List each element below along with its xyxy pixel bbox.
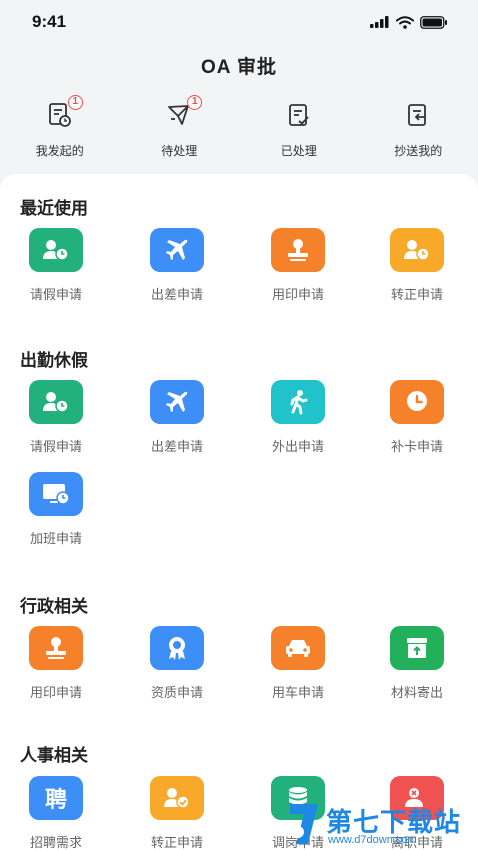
- grid-item-label: 出差申请: [150, 439, 203, 454]
- grid-item-label: 外出申请: [271, 439, 324, 454]
- person-clock-icon: [29, 380, 83, 424]
- grid-item-regularization[interactable]: 转正申请: [117, 776, 237, 850]
- grid-item-label: 加班申请: [29, 531, 82, 546]
- grid-item-label: 招聘需求: [29, 835, 82, 850]
- grid-item-overtime[interactable]: 加班申请: [0, 472, 116, 547]
- section-title-admin: 行政相关: [20, 597, 88, 616]
- grid-item-outing[interactable]: 外出申请: [238, 380, 358, 455]
- grid-item-clock-in-fix[interactable]: 补卡申请: [357, 380, 477, 455]
- walking-person-icon: [271, 380, 325, 424]
- badge-pending: 1: [187, 95, 203, 110]
- tab-label: 抄送我的: [394, 144, 443, 158]
- status-icons: [370, 15, 448, 29]
- grid-item-label: 资质申请: [150, 685, 203, 700]
- tab-initiated[interactable]: 1 我发起的: [0, 95, 120, 164]
- grid-item-label: 用车申请: [271, 685, 324, 700]
- grid-item-business-trip[interactable]: 出差申请: [117, 228, 237, 303]
- grid-item-material-send[interactable]: 材料寄出: [357, 626, 477, 701]
- person-check-icon: [150, 776, 204, 820]
- section-title-attendance: 出勤休假: [20, 351, 88, 370]
- grid-item-label: 用印申请: [29, 685, 82, 700]
- grid-item-label: 补卡申请: [390, 439, 443, 454]
- award-ribbon-icon: [150, 626, 204, 670]
- monitor-clock-icon: [29, 472, 83, 516]
- tab-label: 已处理: [280, 144, 317, 158]
- grid-item-recruit[interactable]: 聘 招聘需求: [0, 776, 116, 850]
- doc-arrow-icon: [403, 100, 433, 130]
- grid-item-seal[interactable]: 用印申请: [0, 626, 116, 701]
- grid-item-business-trip[interactable]: 出差申请: [117, 380, 237, 455]
- grid-item-label: 请假申请: [29, 287, 82, 302]
- person-clock-icon: [390, 228, 444, 272]
- grid-item-regularization[interactable]: 转正申请: [357, 228, 477, 303]
- grid-item-car[interactable]: 用车申请: [238, 626, 358, 701]
- watermark: 第七下载站 www.d7down.com: [286, 800, 476, 850]
- tab-pending[interactable]: 1 待处理: [120, 95, 240, 164]
- section-title-hr: 人事相关: [20, 746, 88, 765]
- airplane-icon: [150, 228, 204, 272]
- grid-item-label: 材料寄出: [390, 685, 443, 700]
- page-title: OA 审批: [200, 57, 278, 78]
- tab-label: 待处理: [161, 144, 198, 158]
- grid-item-label: 转正申请: [150, 835, 203, 850]
- grid-item-leave[interactable]: 请假申请: [0, 380, 116, 455]
- tab-label: 我发起的: [35, 144, 84, 158]
- signal-icon: [370, 16, 389, 28]
- grid-item-label: 出差申请: [150, 287, 203, 302]
- section-title-recent: 最近使用: [20, 199, 88, 218]
- airplane-icon: [150, 380, 204, 424]
- clock-pin-icon: [390, 380, 444, 424]
- car-icon: [271, 626, 325, 670]
- grid-item-label: 用印申请: [271, 287, 324, 302]
- approval-tabs: 1 我发起的 1 待处理 已处理 抄送我的: [0, 95, 478, 164]
- doc-clock-icon: 1: [45, 95, 83, 130]
- grid-item-seal[interactable]: 用印申请: [238, 228, 358, 303]
- stamp-icon: [29, 626, 83, 670]
- doc-check-icon: [284, 100, 314, 130]
- status-bar: 9:41: [0, 0, 478, 44]
- recruit-char: 聘: [44, 787, 67, 812]
- status-time: 9:41: [32, 12, 67, 31]
- stamp-icon: [271, 228, 325, 272]
- box-upload-icon: [390, 626, 444, 670]
- tab-cc-me[interactable]: 抄送我的: [359, 100, 478, 164]
- grid-item-label: 转正申请: [390, 287, 443, 302]
- badge-initiated: 1: [67, 95, 83, 110]
- grid-item-leave[interactable]: 请假申请: [0, 228, 116, 303]
- watermark-url: www.d7down.com: [328, 834, 417, 846]
- recruit-char-icon: 聘: [29, 776, 83, 820]
- grid-item-label: 请假申请: [29, 439, 82, 454]
- main-card: 最近使用 请假申请 出差申请 用印申请 转正申请 出勤休假 请假申请 出差申请 …: [0, 174, 478, 850]
- person-clock-icon: [29, 228, 83, 272]
- grid-item-qualification[interactable]: 资质申请: [117, 626, 237, 701]
- battery-icon: [420, 15, 447, 29]
- tab-processed[interactable]: 已处理: [239, 100, 359, 164]
- wifi-icon: [396, 15, 414, 29]
- watermark-logo-icon: [290, 804, 318, 844]
- paper-plane-icon: 1: [164, 95, 203, 130]
